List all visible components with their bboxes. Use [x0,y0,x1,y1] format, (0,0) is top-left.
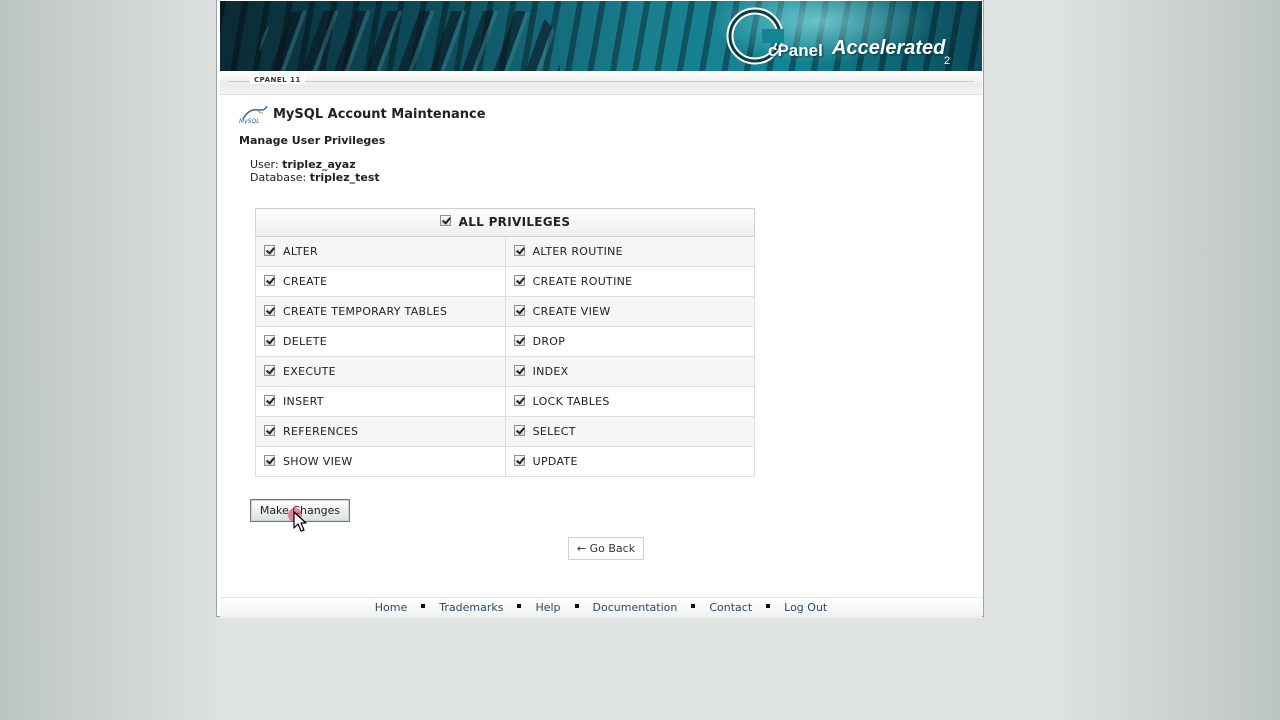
privilege-label: CREATE VIEW [532,305,611,318]
footer-link-log-out[interactable]: Log Out [784,601,827,614]
footer-separator [517,604,522,608]
privilege-checkbox-update[interactable] [513,455,525,466]
banner-cables-graphic [260,11,560,71]
table-row: ALTER ALTER ROUTINE [255,236,756,267]
privilege-label: REFERENCES [283,425,359,438]
page-title: MySQL Account Maintenance [273,106,486,122]
privilege-label: ALTER [283,245,318,258]
privilege-label: CREATE [283,275,328,288]
table-row: INSERT LOCK TABLES [255,386,756,417]
mysql-logo-icon: MySQL [239,105,268,124]
privilege-checkbox-lock-tables[interactable] [513,395,525,406]
footer-link-trademarks[interactable]: Trademarks [439,601,503,614]
go-back-button[interactable]: ← Go Back [568,537,644,560]
footer-link-documentation[interactable]: Documentation [593,601,678,614]
privilege-label: INDEX [532,365,569,378]
privilege-checkbox-show-view[interactable] [264,455,275,466]
user-label: User: [250,158,279,171]
privilege-checkbox-alter-routine[interactable] [513,245,525,256]
privilege-cell-lock-tables: LOCK TABLES [504,386,756,417]
subbar-divider [228,81,974,82]
database-line: Database: triplez_test [250,171,380,184]
privilege-cell-alter: ALTER [255,236,506,267]
table-row: SHOW VIEW UPDATE [255,446,756,477]
privilege-checkbox-create-routine[interactable] [513,275,525,286]
footer-link-help[interactable]: Help [535,601,560,614]
privilege-cell-create-routine: CREATE ROUTINE [504,266,756,297]
footer-separator [574,604,579,608]
privilege-label: INSERT [283,395,324,408]
cpanel-version-tag: CPANEL 11 [250,76,305,84]
privilege-cell-delete: DELETE [255,326,506,357]
cpanel-logo-text: cPanel [768,41,823,60]
database-label: Database: [250,171,307,184]
privilege-label: ALTER ROUTINE [532,245,623,258]
privilege-cell-drop: DROP [504,326,756,357]
table-row: EXECUTE INDEX [255,356,756,387]
footer-link-contact[interactable]: Contact [709,601,752,614]
privilege-cell-create: CREATE [255,266,506,297]
privilege-checkbox-create-temporary-tables[interactable] [264,305,275,316]
footer-link-home[interactable]: Home [375,601,407,614]
table-row: DELETE DROP [255,326,756,357]
privilege-label: SHOW VIEW [283,455,353,468]
footer-separator [766,604,771,608]
all-privileges-label: ALL PRIVILEGES [458,214,571,229]
account-info: User: triplez_ayaz Database: triplez_tes… [250,158,380,184]
privilege-label: CREATE TEMPORARY TABLES [283,305,448,318]
svg-text:MySQL: MySQL [239,118,260,124]
user-line: User: triplez_ayaz [250,158,380,171]
privilege-label: CREATE ROUTINE [532,275,633,288]
user-value: triplez_ayaz [282,158,356,171]
privilege-checkbox-execute[interactable] [264,365,275,376]
privilege-checkbox-drop[interactable] [513,335,525,346]
privilege-cell-execute: EXECUTE [255,356,506,387]
privilege-label: UPDATE [532,455,578,468]
privilege-checkbox-create-view[interactable] [513,305,525,316]
mouse-cursor-icon [293,511,307,532]
table-row: CREATE CREATE ROUTINE [255,266,756,297]
privilege-checkbox-delete[interactable] [264,335,275,346]
privilege-cell-insert: INSERT [255,386,506,417]
privilege-checkbox-insert[interactable] [264,395,275,406]
privilege-cell-show-view: SHOW VIEW [255,446,506,477]
all-privileges-header: ALL PRIVILEGES [255,208,755,237]
privilege-checkbox-references[interactable] [264,425,275,436]
footer-separator [691,604,696,608]
privilege-checkbox-alter[interactable] [264,245,275,256]
table-row: REFERENCES SELECT [255,416,756,447]
all-privileges-checkbox[interactable] [439,215,451,227]
privilege-cell-references: REFERENCES [255,416,506,447]
page-title-row: MySQL MySQL Account Maintenance [239,104,486,124]
database-value: triplez_test [309,171,380,184]
privilege-checkbox-create[interactable] [264,275,275,286]
privilege-label: LOCK TABLES [532,395,610,408]
privilege-cell-select: SELECT [504,416,756,447]
privilege-cell-create-view: CREATE VIEW [504,296,756,327]
accelerated-logo-text: Accelerated [832,37,946,59]
footer-nav: Home Trademarks Help Documentation Contact Lo… [220,597,982,618]
privilege-cell-create-temporary-tables: CREATE TEMPORARY TABLES [255,296,506,327]
header-subbar: CPANEL 11 [220,72,982,95]
privilege-checkbox-select[interactable] [513,425,525,436]
table-row: CREATE TEMPORARY TABLES CREATE VIEW [255,296,756,327]
version-logo-text: 2 [944,55,951,67]
privilege-label: SELECT [532,425,576,438]
privilege-label: DELETE [283,335,327,348]
privilege-cell-alter-routine: ALTER ROUTINE [504,236,756,267]
privileges-table: ALL PRIVILEGES ALTER ALTER ROUTINE CREAT… [255,208,756,477]
section-title: Manage User Privileges [239,134,386,147]
cpanel-banner: cPanel Accelerated 2 [220,1,982,71]
privilege-checkbox-index[interactable] [513,365,525,376]
privilege-label: EXECUTE [283,365,336,378]
privilege-cell-update: UPDATE [504,446,756,477]
privilege-label: DROP [532,335,566,348]
privilege-cell-index: INDEX [504,356,756,387]
page-container: cPanel Accelerated 2 CPANEL 11 MySQL MyS… [216,0,984,618]
footer-separator [421,604,426,608]
